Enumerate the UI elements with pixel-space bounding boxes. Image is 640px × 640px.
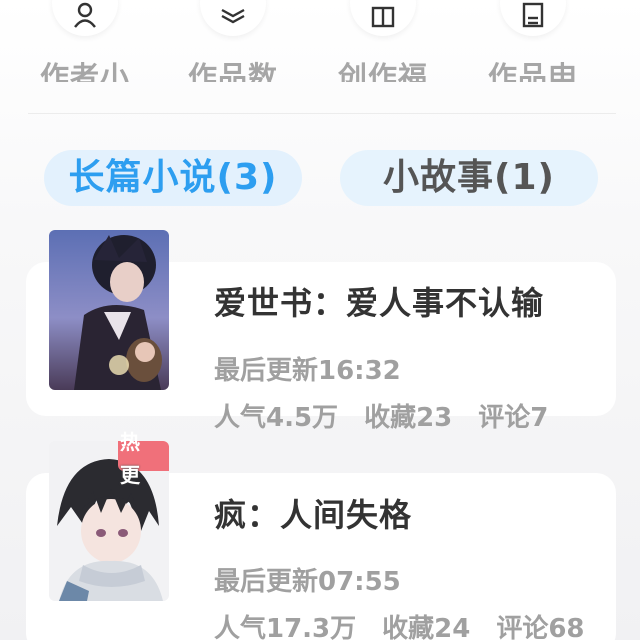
book-cover[interactable]: [49, 230, 169, 390]
book-stats: 人气17.3万 收藏24 评论68: [214, 613, 611, 640]
tab-short-stories[interactable]: 小故事(1): [340, 150, 598, 206]
tool-benefits-circle: [350, 0, 416, 36]
tool-author-circle: [52, 0, 118, 36]
hot-update-badge: 热 更: [118, 430, 169, 487]
layers-icon: [221, 8, 245, 24]
tool-works-label: 作品数: [187, 60, 278, 82]
book-stats: 人气4.5万 收藏23 评论7: [214, 402, 574, 434]
book-favorites: 收藏23: [364, 403, 453, 433]
book-cover-image: [49, 230, 169, 390]
book-popularity: 人气4.5万: [214, 403, 339, 433]
book-comments: 评论7: [478, 403, 549, 433]
book-title[interactable]: 爱世书：爱人事不认输: [214, 283, 544, 323]
book-title[interactable]: 疯：人间失格: [214, 495, 412, 535]
hot-badge-line2: 更: [120, 463, 140, 487]
book-favorites: 收藏24: [382, 614, 471, 640]
tab-novels[interactable]: 长篇小说(3): [44, 150, 302, 206]
gift-icon: [371, 6, 395, 28]
tool-benefits-label: 创作福: [337, 60, 428, 82]
book-updated-time: 最后更新16:32: [214, 356, 401, 386]
tool-apply-label: 作品申: [487, 60, 578, 82]
book-popularity: 人气17.3万: [214, 614, 357, 640]
tool-benefits[interactable]: 创作福: [318, 0, 448, 82]
tool-works[interactable]: 作品数: [168, 0, 298, 82]
hot-badge-line1: 热: [120, 430, 140, 454]
tool-author-label: 作者小: [39, 60, 130, 82]
section-divider: [28, 113, 616, 114]
tool-apply[interactable]: 作品申: [468, 0, 598, 82]
document-icon: [522, 2, 544, 28]
book-comments: 评论68: [496, 614, 585, 640]
user-icon: [74, 2, 96, 28]
book-updated-time: 最后更新07:55: [214, 567, 401, 597]
tool-author[interactable]: 作者小: [20, 0, 150, 82]
tool-works-circle: [200, 0, 266, 36]
tool-apply-circle: [500, 0, 566, 36]
